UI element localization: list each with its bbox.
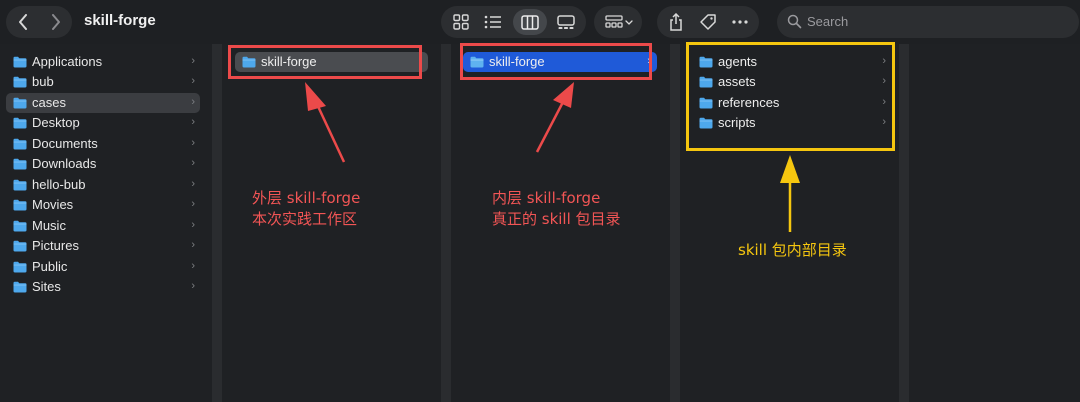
inner-annotation-line2: 真正的 skill 包目录 [492,210,621,228]
outer-annotation-line1: 外层 skill-forge [252,189,361,207]
outer-annotation-line2: 本次实践工作区 [252,210,358,228]
outer-arrow [305,82,346,163]
package-arrow [780,155,800,232]
package-annotation: skill 包内部目录 [738,241,847,259]
inner-annotation: 内层 skill-forge 真正的 skill 包目录 [492,188,621,230]
inner-arrow [535,82,574,153]
inner-annotation-line1: 内层 skill-forge [492,189,601,207]
outer-annotation: 外层 skill-forge 本次实践工作区 [252,188,360,230]
